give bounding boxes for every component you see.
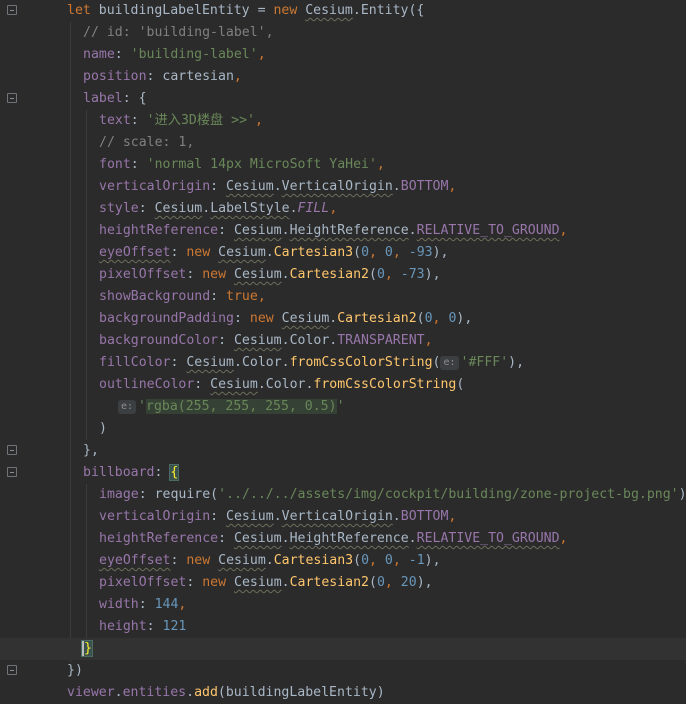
code-line: ) [99, 421, 107, 436]
parameter-hint: e: [118, 400, 137, 414]
code-line: pixelOffset: new Cesium.Cartesian2(0, -7… [99, 267, 441, 282]
code-line: backgroundPadding: new Cesium.Cartesian2… [99, 311, 473, 326]
code-line: viewer.entities.add(buildingLabelEntity) [67, 685, 385, 700]
code-line: billboard: { [83, 464, 180, 481]
parameter-hint: e: [440, 356, 459, 370]
code-line: text: '进入3D楼盘 >>', [99, 113, 263, 128]
code-line: heightReference: Cesium.HeightReference.… [99, 223, 568, 238]
code-line: outlineColor: Cesium.Color.fromCssColorS… [99, 377, 465, 392]
code-line: image: require('../../../assets/img/cock… [99, 487, 686, 502]
code-line: pixelOffset: new Cesium.Cartesian2(0, 20… [99, 575, 433, 590]
code-line: }, [83, 443, 99, 458]
code-line: }) [67, 663, 83, 678]
code-line: // scale: 1, [99, 135, 195, 150]
code-line: // id: 'building-label', [83, 25, 274, 40]
code-line: style: Cesium.LabelStyle.FILL, [99, 201, 338, 216]
code-line: width: 144, [99, 597, 187, 612]
code-line: eyeOffset: new Cesium.Cartesian3(0, 0, -… [99, 245, 449, 260]
code-line: backgroundColor: Cesium.Color.TRANSPAREN… [99, 333, 433, 348]
code-line: heightReference: Cesium.HeightReference.… [99, 531, 568, 546]
code-line: font: 'normal 14px MicroSoft YaHei', [99, 157, 385, 172]
code-line: eyeOffset: new Cesium.Cartesian3(0, 0, -… [99, 553, 441, 568]
code-line: verticalOrigin: Cesium.VerticalOrigin.BO… [99, 179, 457, 194]
code-line: fillColor: Cesium.Color.fromCssColorStri… [99, 355, 525, 370]
current-code-line: } [0, 638, 686, 660]
code-line: verticalOrigin: Cesium.VerticalOrigin.BO… [99, 509, 457, 524]
matched-bracket: { [169, 464, 180, 481]
code-line: e:'rgba(255, 255, 255, 0.5)' [0, 396, 345, 418]
code-line: position: cartesian, [83, 69, 242, 84]
code-line: name: 'building-label', [83, 47, 266, 62]
code-line: let buildingLabelEntity = new Cesium.Ent… [67, 3, 425, 18]
code-line: height: 121 [99, 619, 187, 634]
code-line: showBackground: true, [99, 289, 266, 304]
code-line: label: { [83, 91, 147, 106]
text-cursor: } [81, 640, 93, 657]
